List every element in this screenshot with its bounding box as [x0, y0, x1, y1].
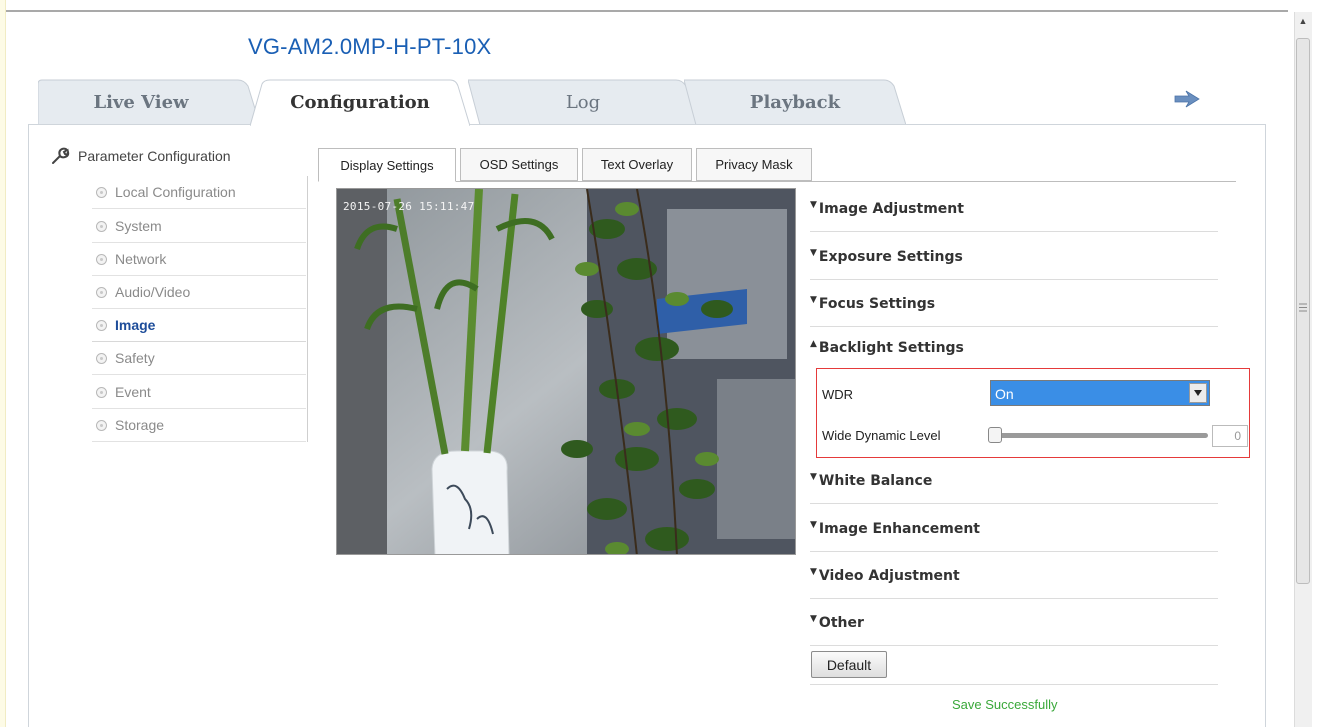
expand-arrow-icon: ▲	[810, 339, 817, 349]
tab-playback[interactable]: Playback	[684, 78, 906, 126]
section-label: Image Adjustment	[818, 200, 964, 217]
section-image-enhancement[interactable]: ▼ Image Enhancement	[810, 506, 1218, 552]
section-label: Backlight Settings	[818, 340, 964, 356]
tab-playback-label: Playback	[749, 91, 841, 113]
camera-scene-image	[337, 189, 795, 554]
section-label: Focus Settings	[818, 295, 936, 312]
sidebar-item-audio-video[interactable]: Audio/Video	[92, 276, 306, 309]
collapse-arrow-icon: ▼	[810, 199, 817, 210]
section-exposure-settings[interactable]: ▼ Exposure Settings	[810, 234, 1218, 280]
tab-configuration-label: Configuration	[290, 91, 430, 113]
dropdown-triangle	[1194, 390, 1202, 396]
section-label: Other	[818, 614, 864, 631]
window-edge	[0, 0, 6, 727]
collapse-arrow-icon: ▼	[810, 519, 817, 530]
radio-dot-icon	[96, 419, 107, 431]
tab-log-label: Log	[565, 91, 601, 113]
collapse-arrow-icon: ▼	[810, 613, 817, 624]
device-title: VG-AM2.0MP-H-PT-10X	[248, 34, 492, 59]
sidebar-item-storage[interactable]: Storage	[92, 409, 306, 442]
wide-dynamic-level-label: Wide Dynamic Level	[822, 428, 941, 443]
sidebar-item-label: Safety	[115, 350, 155, 366]
sidebar-item-label: Event	[115, 384, 151, 400]
tab-live-view-label: Live View	[93, 91, 189, 113]
collapse-arrow-icon: ▼	[810, 247, 817, 258]
wdr-select[interactable]: On	[990, 380, 1210, 406]
parameter-configuration-header: Parameter Configuration	[50, 146, 231, 166]
radio-dot-icon	[96, 286, 107, 298]
wdr-label: WDR	[822, 387, 854, 402]
wide-dynamic-level-value[interactable]: 0	[1212, 425, 1248, 447]
tab-display-settings[interactable]: Display Settings	[318, 148, 456, 182]
section-focus-settings[interactable]: ▼ Focus Settings	[810, 281, 1218, 327]
section-label: White Balance	[818, 472, 933, 489]
sidebar-item-system[interactable]: System	[92, 210, 306, 243]
sidebar-item-label: System	[115, 218, 162, 234]
slider-thumb[interactable]	[988, 427, 1002, 443]
section-label: Image Enhancement	[818, 520, 981, 537]
sidebar-item-label: Local Configuration	[115, 184, 236, 200]
tab-display-settings-label: Display Settings	[340, 157, 434, 173]
radio-dot-icon	[96, 386, 107, 398]
radio-dot-icon	[96, 186, 107, 198]
sidebar-item-label: Network	[115, 251, 167, 267]
section-video-adjustment[interactable]: ▼ Video Adjustment	[810, 553, 1218, 599]
sidebar-item-network[interactable]: Network	[92, 243, 306, 276]
parameter-configuration-label: Parameter Configuration	[78, 148, 231, 164]
collapse-arrow-icon: ▼	[810, 566, 817, 577]
tab-privacy-mask[interactable]: Privacy Mask	[696, 148, 812, 181]
radio-dot-icon	[96, 253, 107, 265]
top-divider	[6, 10, 1288, 12]
scroll-grip-icon	[1299, 303, 1307, 312]
footer-divider	[810, 684, 1218, 685]
tab-osd-settings[interactable]: OSD Settings	[460, 148, 578, 181]
wide-dynamic-level-slider[interactable]	[990, 433, 1208, 438]
sidebar-item-safety[interactable]: Safety	[92, 342, 306, 375]
sidebar-item-label: Image	[115, 317, 156, 333]
video-timestamp: 2015-07-26 15:11:47	[343, 200, 475, 213]
dropdown-arrow-icon[interactable]	[1189, 383, 1207, 403]
video-preview[interactable]	[336, 188, 796, 555]
tab-text-overlay-label: Text Overlay	[600, 157, 674, 172]
section-other[interactable]: ▼ Other	[810, 600, 1218, 646]
sidebar-item-event[interactable]: Event	[92, 376, 306, 409]
tab-log[interactable]: Log	[468, 78, 698, 126]
section-image-adjustment[interactable]: ▼ Image Adjustment	[810, 186, 1218, 232]
sidebar-nav: Local Configuration System Network Audio…	[92, 176, 308, 442]
radio-dot-icon	[96, 319, 107, 331]
tab-text-overlay[interactable]: Text Overlay	[582, 148, 692, 181]
save-status-message: Save Successfully	[952, 697, 1058, 712]
tab-configuration[interactable]: Configuration	[250, 78, 470, 126]
arrow-right-icon[interactable]	[1173, 88, 1201, 110]
section-white-balance[interactable]: ▼ White Balance	[810, 458, 1218, 504]
wdr-selected-value: On	[995, 386, 1014, 402]
tab-live-view[interactable]: Live View	[38, 78, 260, 126]
scroll-up-icon[interactable]: ▲	[1294, 12, 1312, 30]
tab-privacy-mask-label: Privacy Mask	[715, 157, 793, 172]
radio-dot-icon	[96, 352, 107, 364]
sidebar-item-local-configuration[interactable]: Local Configuration	[92, 176, 306, 209]
collapse-arrow-icon: ▼	[810, 294, 817, 305]
section-backlight-settings[interactable]: ▲ Backlight Settings	[810, 328, 1218, 368]
default-button[interactable]: Default	[811, 651, 887, 678]
section-label: Video Adjustment	[818, 567, 960, 584]
sidebar-item-label: Audio/Video	[115, 284, 191, 300]
wrench-icon	[52, 147, 70, 164]
radio-dot-icon	[96, 220, 107, 232]
sidebar-item-label: Storage	[115, 417, 165, 433]
tab-osd-settings-label: OSD Settings	[479, 157, 559, 172]
collapse-arrow-icon: ▼	[810, 471, 817, 482]
app-window: VG-AM2.0MP-H-PT-10X Live View Log Playba…	[0, 0, 1318, 727]
sidebar-item-image[interactable]: Image	[92, 309, 306, 342]
section-label: Exposure Settings	[818, 248, 963, 265]
